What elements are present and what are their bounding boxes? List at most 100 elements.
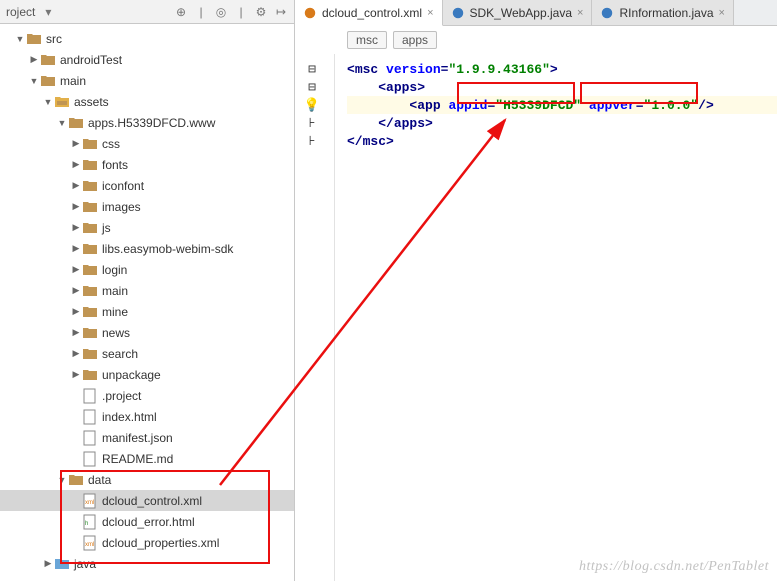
tree-label: login (102, 263, 127, 277)
chevron-down-icon[interactable]: ▾ (41, 5, 55, 19)
arrow-icon[interactable]: ↦ (274, 5, 288, 19)
tree-folder[interactable]: ▶libs.easymob-webim-sdk (0, 238, 294, 259)
expand-arrow-icon[interactable]: ▼ (28, 76, 40, 86)
xml-file-icon: xml (82, 535, 98, 551)
project-tree[interactable]: ▼ src ▶ androidTest ▼ main ▼ assets (0, 24, 294, 581)
collapsed-arrow-icon[interactable]: ▶ (70, 306, 82, 317)
folder-icon (82, 304, 98, 320)
collapse-icon[interactable]: ⊕ (174, 5, 188, 19)
collapsed-arrow-icon[interactable]: ▶ (70, 285, 82, 296)
tree-file[interactable]: ▶README.md (0, 448, 294, 469)
tree-label: manifest.json (102, 431, 173, 445)
project-title: roject (6, 5, 35, 19)
tree-folder[interactable]: ▶ main (0, 280, 294, 301)
svg-text:xml: xml (85, 500, 94, 506)
folder-icon (82, 136, 98, 152)
tree-label: dcloud_error.html (102, 515, 195, 529)
tree-label: index.html (102, 410, 157, 424)
close-icon[interactable]: × (719, 7, 725, 19)
tree-node-java[interactable]: ▶ java (0, 553, 294, 574)
tree-label: README.md (102, 452, 173, 466)
expand-arrow-icon[interactable]: ▼ (14, 34, 26, 44)
tree-label: main (102, 284, 128, 298)
tree-folder[interactable]: ▶fonts (0, 154, 294, 175)
sep-icon: | (194, 5, 208, 19)
close-icon[interactable]: × (577, 7, 583, 19)
expand-arrow-icon[interactable]: ▼ (42, 97, 54, 107)
tree-folder[interactable]: ▶css (0, 133, 294, 154)
editor-tab[interactable]: RInformation.java× (592, 0, 733, 25)
xml-tag: apps (386, 80, 417, 95)
tree-node-assets[interactable]: ▼ assets (0, 91, 294, 112)
tree-file[interactable]: ▶index.html (0, 406, 294, 427)
code-editor[interactable]: ⊟ ⊟ 💡 ⊦ ⊦ <msc version="1.9.9.43166"> <a… (295, 54, 777, 581)
collapsed-arrow-icon[interactable]: ▶ (70, 327, 82, 338)
code-line[interactable]: </msc> (347, 132, 777, 150)
tree-node-apps[interactable]: ▼ apps.H5339DFCD.www (0, 112, 294, 133)
target-icon[interactable]: ◎ (214, 5, 228, 19)
tree-folder[interactable]: ▶search (0, 343, 294, 364)
tree-node-src[interactable]: ▼ src (0, 28, 294, 49)
editor-tab[interactable]: SDK_WebApp.java× (443, 0, 593, 25)
folder-icon (82, 178, 98, 194)
tree-label: mine (102, 305, 128, 319)
tab-label: dcloud_control.xml (322, 6, 422, 20)
breadcrumb-bar: msc apps (295, 26, 777, 54)
breadcrumb[interactable]: msc (347, 31, 387, 49)
folder-icon (82, 367, 98, 383)
collapsed-arrow-icon[interactable]: ▶ (70, 159, 82, 170)
collapsed-arrow-icon[interactable]: ▶ (70, 201, 82, 212)
fold-minus-icon[interactable]: ⊟ (305, 80, 319, 94)
tree-label: java (74, 557, 96, 571)
tree-node-dcloud-error[interactable]: ▶ h dcloud_error.html (0, 511, 294, 532)
close-icon[interactable]: × (427, 7, 433, 19)
collapsed-arrow-icon[interactable]: ▶ (70, 138, 82, 149)
collapsed-arrow-icon[interactable]: ▶ (70, 222, 82, 233)
collapsed-arrow-icon[interactable]: ▶ (70, 369, 82, 380)
xml-attr: appver (589, 98, 636, 113)
xml-attr: appid (448, 98, 487, 113)
collapsed-arrow-icon[interactable]: ▶ (28, 54, 40, 65)
fold-minus-icon[interactable]: ⊟ (305, 62, 319, 76)
xml-tag: msc (355, 62, 378, 77)
code-line[interactable]: <msc version="1.9.9.43166"> (347, 60, 777, 78)
tree-folder[interactable]: ▶unpackage (0, 364, 294, 385)
folder-icon (26, 31, 42, 47)
tree-file[interactable]: ▶manifest.json (0, 427, 294, 448)
collapsed-arrow-icon[interactable]: ▶ (42, 558, 54, 569)
breadcrumb[interactable]: apps (393, 31, 437, 49)
collapsed-arrow-icon[interactable]: ▶ (70, 180, 82, 191)
tree-node-main[interactable]: ▼ main (0, 70, 294, 91)
folder-icon (82, 325, 98, 341)
tree-folder[interactable]: ▶images (0, 196, 294, 217)
code-line[interactable]: <apps> (347, 78, 777, 96)
gear-icon[interactable]: ⚙ (254, 5, 268, 19)
code-line-highlighted[interactable]: <app appid="H5339DFCD" appver="1.0.0"/> (347, 96, 777, 114)
tree-node-dcloud-properties[interactable]: ▶ xml dcloud_properties.xml (0, 532, 294, 553)
tree-node-androidTest[interactable]: ▶ androidTest (0, 49, 294, 70)
collapsed-arrow-icon[interactable]: ▶ (70, 243, 82, 254)
folder-icon (68, 472, 84, 488)
collapsed-arrow-icon[interactable]: ▶ (70, 264, 82, 275)
tree-node-data[interactable]: ▼ data (0, 469, 294, 490)
expand-arrow-icon[interactable]: ▼ (56, 118, 68, 128)
xml-tag: app (417, 98, 440, 113)
code-line[interactable]: </apps> (347, 114, 777, 132)
tree-folder[interactable]: ▶ mine (0, 301, 294, 322)
lightbulb-icon[interactable]: 💡 (305, 98, 319, 112)
tree-folder[interactable]: ▶ login (0, 259, 294, 280)
tree-folder[interactable]: ▶news (0, 322, 294, 343)
editor-tab[interactable]: dcloud_control.xml × (295, 0, 443, 26)
folder-icon (82, 283, 98, 299)
tree-label: js (102, 221, 111, 235)
class-file-icon (600, 6, 614, 20)
tree-folder[interactable]: ▶iconfont (0, 175, 294, 196)
tree-file[interactable]: ▶.project (0, 385, 294, 406)
tree-folder[interactable]: ▶ js (0, 217, 294, 238)
collapsed-arrow-icon[interactable]: ▶ (70, 348, 82, 359)
xml-tag: apps (394, 116, 425, 131)
expand-arrow-icon[interactable]: ▼ (56, 475, 68, 485)
tree-node-dcloud-control[interactable]: ▶ xml dcloud_control.xml (0, 490, 294, 511)
file-icon (82, 388, 98, 404)
tree-label: androidTest (60, 53, 122, 67)
